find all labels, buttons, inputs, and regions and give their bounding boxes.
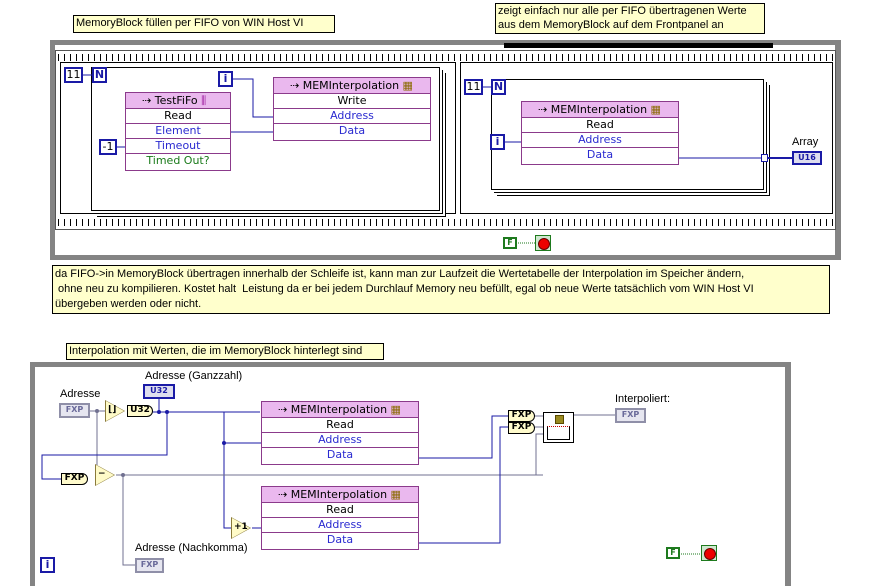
comment-line: da FIFO->in MemoryBlock übertragen inner… xyxy=(55,268,745,280)
mem-address: Address xyxy=(274,109,430,124)
fifo-node-title: ⇢ TestFiFo ⫼ xyxy=(126,93,230,109)
stop-condition-icon xyxy=(535,235,551,251)
mem-address: Address xyxy=(262,518,418,533)
ganzzahl-indicator[interactable]: U32 xyxy=(143,384,175,399)
indexing-tunnel xyxy=(761,154,768,162)
fifo-element: Element xyxy=(126,124,230,139)
mem-data: Data xyxy=(338,124,366,137)
memory-grid-icon: ▦ xyxy=(387,488,401,501)
iteration-terminal: i xyxy=(218,71,233,87)
iteration-terminal: i xyxy=(490,134,505,150)
loop-count-terminal: N xyxy=(92,67,107,83)
arrow-icon: ⇢ xyxy=(278,403,291,416)
mem-method: Read xyxy=(262,418,418,433)
mem-node-title: ⇢ MEMInterpolation ▦ xyxy=(522,102,678,118)
fifo-timed-out: Timed Out? xyxy=(146,154,210,167)
arrow-icon: ⇢ xyxy=(538,103,551,116)
array-indicator[interactable]: U16 xyxy=(792,151,822,165)
to-fxp-conversion: FXP xyxy=(61,473,88,485)
memory-grid-icon: ▦ xyxy=(399,79,413,92)
array-label: Array xyxy=(792,136,819,148)
comment-line: ohne neu zu kompilieren. Kostet halt Lei… xyxy=(55,283,754,295)
arrow-icon: ⇢ xyxy=(278,488,291,501)
round-down-icon: ⌊⌋ xyxy=(105,400,125,422)
ganzzahl-label: Adresse (Ganzzahl) xyxy=(145,370,243,382)
timeout-constant[interactable]: -1 xyxy=(99,139,117,155)
comment-line: übergeben werden oder nicht. xyxy=(55,298,202,310)
mem-data: Data xyxy=(326,448,354,461)
stop-condition-icon xyxy=(701,545,717,561)
loop-count-constant[interactable]: 11 xyxy=(464,79,483,95)
iteration-terminal: i xyxy=(40,557,55,573)
mem-write-node[interactable]: ⇢ MEMInterpolation ▦ Write Address Data xyxy=(273,77,431,141)
mem-method: Write xyxy=(274,94,430,109)
false-constant[interactable]: F xyxy=(503,237,517,249)
arrow-icon: ⇢ xyxy=(290,79,303,92)
mem-read-node-1[interactable]: ⇢ MEMInterpolation ▦ Read Address Data xyxy=(261,401,419,465)
arrow-icon: ⇢ xyxy=(142,94,155,107)
interpoliert-label: Interpoliert: xyxy=(615,393,671,405)
mem-node-title: ⇢ MEMInterpolation ▦ xyxy=(274,78,430,94)
to-fxp-conversion-b: FXP xyxy=(508,422,535,434)
to-fxp-conversion-a: FXP xyxy=(508,410,535,422)
mem-data: Data xyxy=(326,533,354,546)
fifo-icon: ⫼ xyxy=(197,94,207,107)
fifo-timeout: Timeout xyxy=(126,139,230,154)
memory-grid-icon: ▦ xyxy=(647,103,661,116)
mem-read-node[interactable]: ⇢ MEMInterpolation ▦ Read Address Data xyxy=(521,101,679,165)
memory-grid-icon: ▦ xyxy=(387,403,401,416)
nachkomma-label: Adresse (Nachkomma) xyxy=(135,542,248,554)
increment-icon: +1 xyxy=(231,517,251,539)
mem-data: Data xyxy=(586,148,614,161)
adresse-label: Adresse xyxy=(60,388,101,400)
mem-address: Address xyxy=(262,433,418,448)
to-u32-conversion: U32 xyxy=(127,405,153,417)
interpoliert-indicator[interactable]: FXP xyxy=(615,408,646,423)
nachkomma-indicator[interactable]: FXP xyxy=(135,558,164,573)
comment-interpolation: Interpolation mit Werten, die im MemoryB… xyxy=(66,343,384,360)
mem-method: Read xyxy=(522,118,678,133)
mem-read-node-2[interactable]: ⇢ MEMInterpolation ▦ Read Address Data xyxy=(261,486,419,550)
comment-explanation: da FIFO->in MemoryBlock übertragen inner… xyxy=(52,265,830,314)
mem-address: Address xyxy=(522,133,678,148)
fifo-read-node[interactable]: ⇢ TestFiFo ⫼ Read Element Timeout Timed … xyxy=(125,92,231,171)
false-constant[interactable]: F xyxy=(666,547,680,559)
subtract-icon: − xyxy=(95,464,115,486)
adresse-control[interactable]: FXP xyxy=(59,403,90,418)
loop-count-terminal: N xyxy=(491,79,506,95)
mem-method: Read xyxy=(262,503,418,518)
mem-node-title: ⇢ MEMInterpolation ▦ xyxy=(262,402,418,418)
mem-node-title: ⇢ MEMInterpolation ▦ xyxy=(262,487,418,503)
fifo-method: Read xyxy=(126,109,230,124)
loop-count-constant[interactable]: 11 xyxy=(64,67,83,83)
interpolation-subvi-icon[interactable] xyxy=(543,412,574,443)
